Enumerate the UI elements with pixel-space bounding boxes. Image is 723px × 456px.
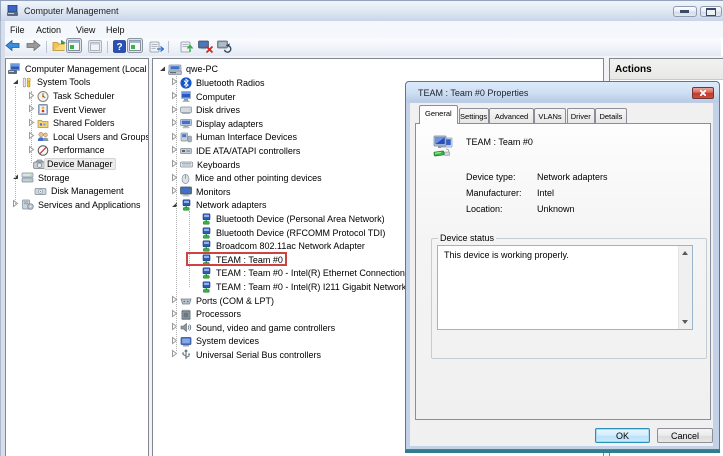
svg-text:?: ? [116,42,122,53]
